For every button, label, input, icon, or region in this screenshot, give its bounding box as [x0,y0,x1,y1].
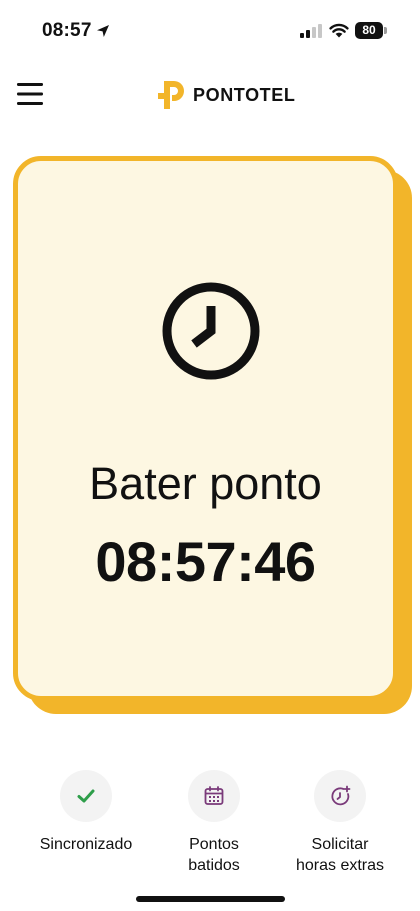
card-title: Bater ponto [89,458,322,509]
punches-history-circle[interactable] [188,770,240,822]
punches-history-label: Pontos batidos [188,836,240,874]
request-overtime-circle[interactable] [314,770,366,822]
clock-plus-icon [331,785,351,806]
clock-icon [162,282,260,380]
wifi-icon [329,23,349,38]
home-indicator[interactable] [136,896,285,902]
battery-icon: 80 [355,22,387,39]
sync-status-circle[interactable] [60,770,112,822]
app-logo: PONTOTEL [158,78,295,112]
request-overtime-button[interactable]: Solicitar horas extras [270,770,410,876]
current-time: 08:57:46 [95,530,316,593]
hamburger-menu-icon[interactable] [16,80,44,108]
punches-history-button[interactable]: Pontos batidos [144,770,284,876]
pontotel-logo-mark-icon [158,81,184,109]
calendar-icon [204,786,224,805]
battery-level: 80 [362,23,376,37]
request-overtime-label: Solicitar horas extras [295,836,385,874]
status-time: 08:57 [42,20,92,41]
status-bar: 08:57 80 [0,0,420,62]
check-icon [77,789,95,803]
punch-clock-card[interactable]: Bater ponto 08:57:46 [13,156,398,701]
sync-status-label: Sincronizado [39,836,133,853]
cellular-signal-icon [300,24,322,38]
location-arrow-icon [97,25,109,37]
sync-status-button[interactable]: Sincronizado [16,770,156,855]
logo-text: PONTOTEL [193,84,296,105]
